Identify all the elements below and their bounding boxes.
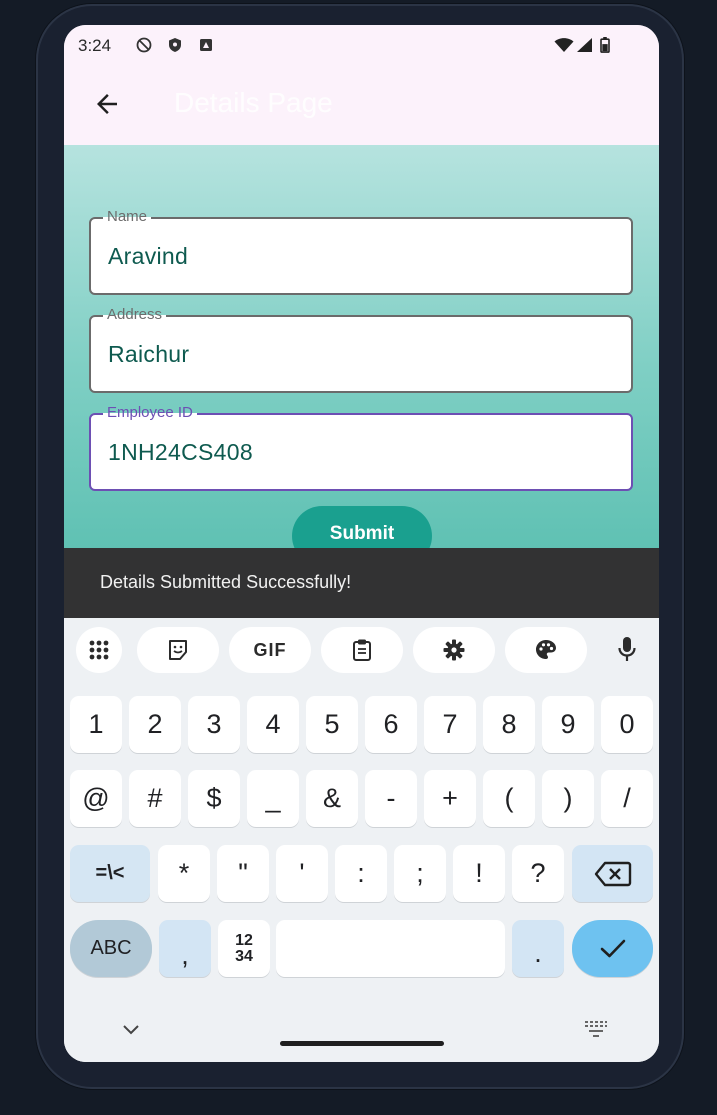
key-comma[interactable]: , — [159, 920, 211, 977]
key-slash[interactable]: / — [601, 770, 653, 827]
numpad-key-bottom: 34 — [235, 947, 253, 965]
settings-icon — [443, 639, 465, 661]
wifi-icon — [554, 38, 574, 52]
key-close-paren[interactable]: ) — [542, 770, 594, 827]
address-value: Raichur — [108, 341, 190, 367]
key-question[interactable]: ? — [512, 845, 564, 902]
status-time: 3:24 — [78, 36, 112, 55]
key-8[interactable]: 8 — [483, 696, 535, 753]
home-indicator[interactable] — [280, 1041, 444, 1046]
apps-grid-icon — [89, 640, 109, 660]
palette-icon — [536, 640, 556, 659]
name-value: Aravind — [108, 243, 189, 269]
backspace-key[interactable] — [572, 845, 653, 902]
status-bar: 3:24 — [64, 25, 659, 73]
address-field[interactable]: Address Raichur — [89, 306, 633, 393]
clipboard-icon — [353, 639, 371, 661]
settings-button[interactable] — [413, 627, 495, 673]
address-label: Address — [103, 306, 167, 323]
key-3[interactable]: 3 — [188, 696, 240, 753]
page-title: Details Page — [174, 87, 333, 118]
key-dollar[interactable]: $ — [188, 770, 240, 827]
key-plus[interactable]: + — [424, 770, 476, 827]
apps-grid-button[interactable] — [76, 627, 122, 673]
check-icon — [600, 939, 625, 957]
numpad-key[interactable]: 12 34 — [218, 920, 270, 977]
name-field[interactable]: Name Aravind — [89, 208, 633, 295]
key-at[interactable]: @ — [70, 770, 122, 827]
mic-icon — [618, 637, 636, 661]
chevron-down-icon[interactable] — [122, 1024, 140, 1036]
backspace-icon — [594, 861, 631, 886]
navigation-bar — [64, 1000, 659, 1062]
more-symbols-key[interactable]: =\< — [70, 845, 150, 902]
keyboard-switch-icon[interactable] — [584, 1020, 608, 1038]
gif-button[interactable]: GIF — [229, 627, 311, 673]
key-0[interactable]: 0 — [601, 696, 653, 753]
key-colon[interactable]: : — [335, 845, 387, 902]
form-container: Name Aravind Address Raichur Employee ID… — [64, 145, 659, 566]
clipboard-button[interactable] — [321, 627, 403, 673]
snackbar: Details Submitted Successfully! — [64, 548, 659, 618]
key-single-quote[interactable]: ' — [276, 845, 328, 902]
space-key[interactable] — [276, 920, 505, 977]
enter-key[interactable] — [572, 920, 653, 977]
key-period[interactable]: . — [512, 920, 564, 977]
key-open-paren[interactable]: ( — [483, 770, 535, 827]
palette-button[interactable] — [505, 627, 587, 673]
employee-id-label: Employee ID — [103, 404, 197, 421]
shield-icon — [169, 38, 181, 52]
mic-button[interactable] — [604, 627, 650, 673]
key-exclamation[interactable]: ! — [453, 845, 505, 902]
key-double-quote[interactable]: " — [217, 845, 269, 902]
key-hash[interactable]: # — [129, 770, 181, 827]
sticker-button[interactable] — [137, 627, 219, 673]
app-bar: Details Page — [64, 73, 659, 145]
name-label: Name — [103, 208, 152, 225]
snackbar-message: Details Submitted Successfully! — [100, 572, 352, 592]
employee-id-field[interactable]: Employee ID 1NH24CS408 — [89, 404, 633, 491]
abc-key[interactable]: ABC — [70, 920, 152, 977]
key-ampersand[interactable]: & — [306, 770, 358, 827]
notification-icon — [200, 39, 212, 51]
key-2[interactable]: 2 — [129, 696, 181, 753]
battery-icon — [600, 37, 610, 53]
key-1[interactable]: 1 — [70, 696, 122, 753]
arrow-back-icon[interactable] — [92, 89, 122, 119]
keyboard: GIF 1 2 3 4 5 6 7 8 9 0 @ # $ _ & - + (… — [64, 618, 659, 1062]
key-underscore[interactable]: _ — [247, 770, 299, 827]
key-asterisk[interactable]: * — [158, 845, 210, 902]
key-4[interactable]: 4 — [247, 696, 299, 753]
numpad-key-top: 12 — [235, 931, 253, 949]
phone-screen: 3:24 Details Page Name Aravind Address R… — [64, 25, 659, 1062]
key-5[interactable]: 5 — [306, 696, 358, 753]
do-not-disturb-icon — [136, 37, 152, 53]
key-7[interactable]: 7 — [424, 696, 476, 753]
key-semicolon[interactable]: ; — [394, 845, 446, 902]
sticker-icon — [169, 640, 187, 660]
signal-icon — [577, 38, 592, 52]
employee-id-value: 1NH24CS408 — [108, 439, 253, 465]
key-minus[interactable]: - — [365, 770, 417, 827]
key-9[interactable]: 9 — [542, 696, 594, 753]
key-6[interactable]: 6 — [365, 696, 417, 753]
